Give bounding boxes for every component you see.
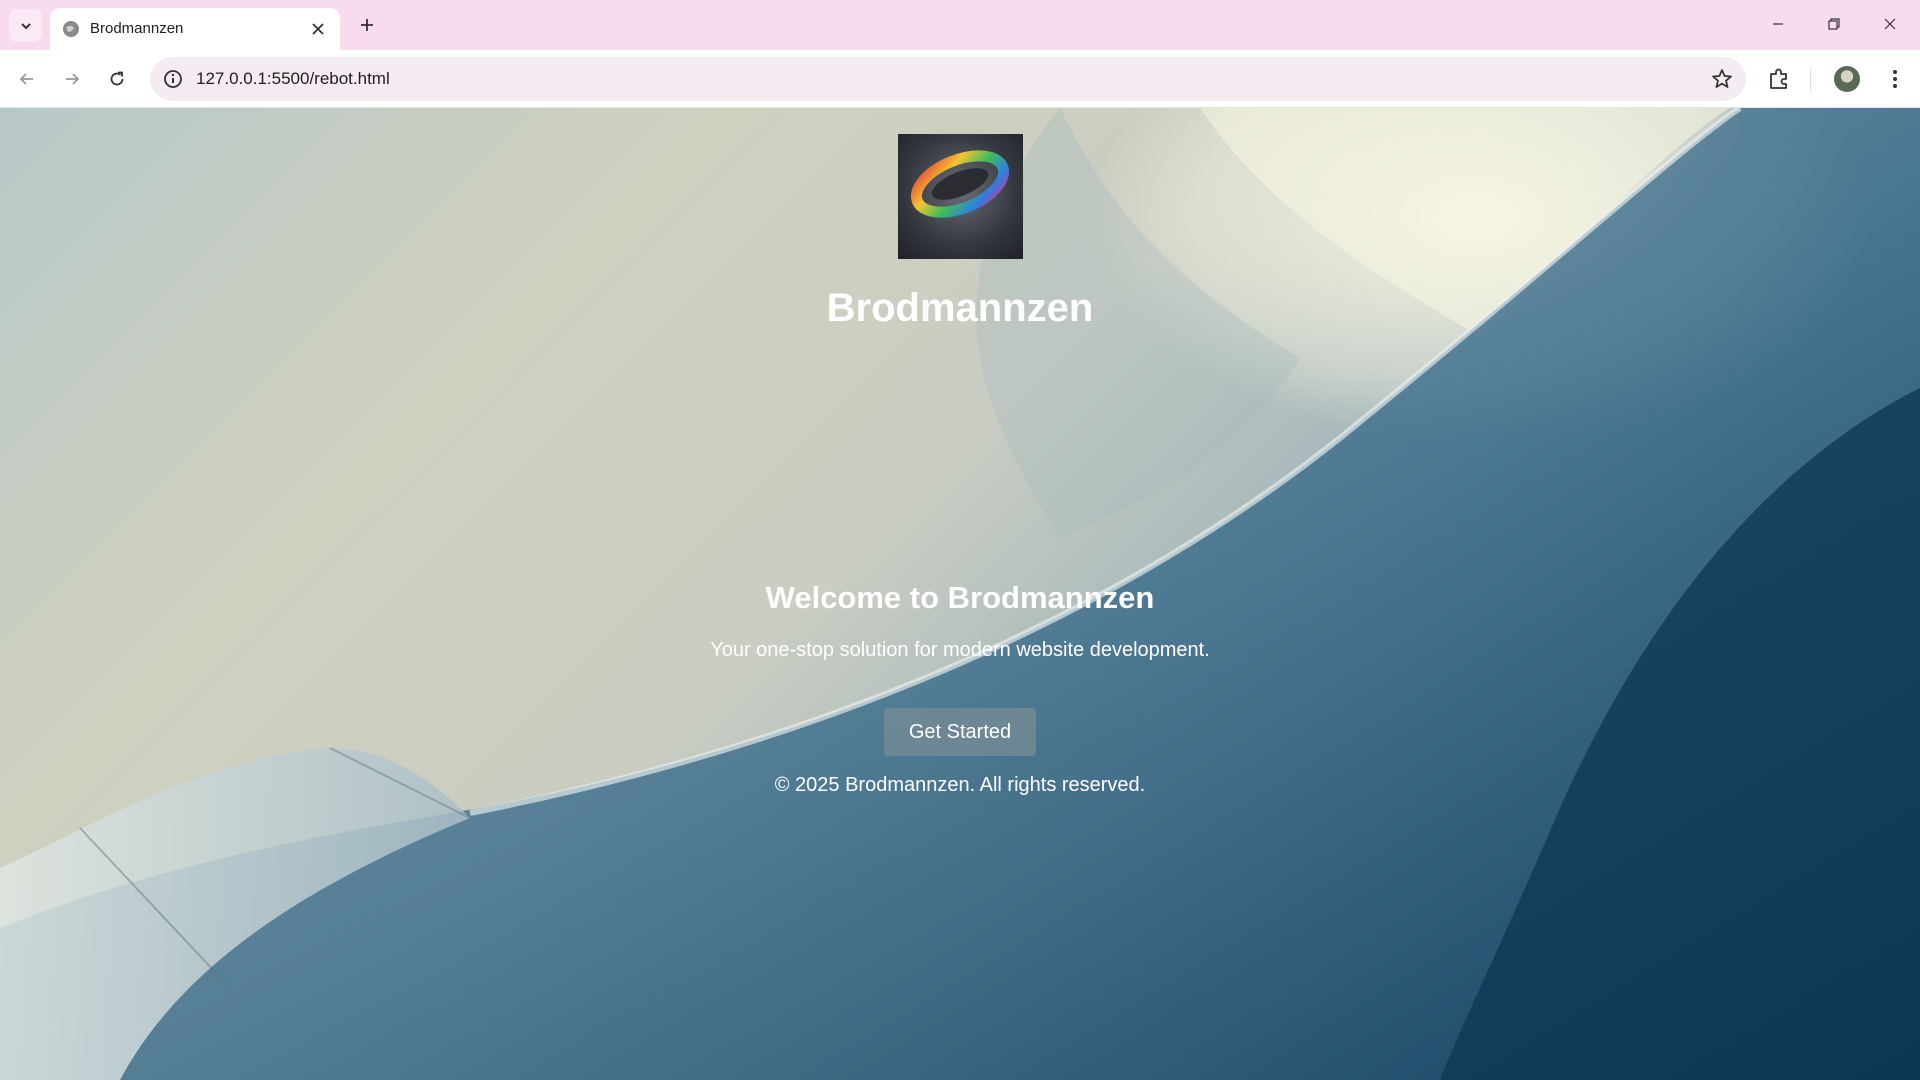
hero-heading: Welcome to Brodmannzen bbox=[765, 580, 1155, 615]
browser-toolbar: 127.0.0.1:5500/rebot.html bbox=[0, 50, 1920, 108]
url-text[interactable]: 127.0.0.1:5500/rebot.html bbox=[196, 69, 390, 89]
toolbar-divider bbox=[1810, 70, 1811, 90]
window-close-icon bbox=[1884, 18, 1896, 30]
close-icon bbox=[312, 23, 324, 35]
footer-copyright: © 2025 Brodmannzen. All rights reserved. bbox=[774, 774, 1146, 796]
address-bar[interactable]: 127.0.0.1:5500/rebot.html bbox=[150, 57, 1746, 101]
window-close-button[interactable] bbox=[1862, 0, 1918, 48]
menu-button[interactable] bbox=[1880, 64, 1910, 94]
arrow-left-icon bbox=[19, 73, 33, 85]
get-started-button[interactable]: Get Started bbox=[884, 708, 1036, 756]
tab-search-button[interactable] bbox=[9, 9, 42, 42]
reload-icon bbox=[110, 71, 124, 86]
star-icon[interactable] bbox=[1710, 67, 1734, 91]
browser-tab[interactable]: Brodmannzen bbox=[50, 8, 340, 50]
info-icon[interactable] bbox=[162, 68, 184, 90]
arrow-right-icon bbox=[66, 73, 80, 85]
site-title: Brodmannzen bbox=[826, 286, 1094, 330]
avatar[interactable] bbox=[1834, 66, 1860, 92]
hero-tagline: Your one-stop solution for modern websit… bbox=[710, 639, 1210, 661]
minimize-button[interactable] bbox=[1750, 0, 1806, 48]
new-tab-button[interactable] bbox=[352, 10, 382, 40]
reload-button[interactable] bbox=[100, 62, 134, 96]
minimize-icon bbox=[1773, 23, 1783, 25]
logo-image bbox=[910, 150, 1010, 218]
logo bbox=[898, 134, 1023, 259]
restore-button[interactable] bbox=[1806, 0, 1862, 48]
chevron-down-icon bbox=[20, 22, 31, 29]
tab-title: Brodmannzen bbox=[90, 20, 184, 37]
browser-tab-bar: Brodmannzen bbox=[0, 0, 1920, 50]
restore-icon bbox=[1828, 18, 1840, 30]
kebab-icon bbox=[1893, 70, 1897, 88]
plus-icon bbox=[361, 19, 373, 31]
puzzle-icon[interactable] bbox=[1764, 64, 1794, 94]
globe-icon bbox=[63, 21, 79, 37]
close-tab-button[interactable] bbox=[306, 17, 330, 41]
back-button[interactable] bbox=[10, 62, 44, 96]
page-viewport: Brodmannzen Welcome to Brodmannzen Your … bbox=[0, 108, 1920, 1080]
forward-button[interactable] bbox=[55, 62, 89, 96]
